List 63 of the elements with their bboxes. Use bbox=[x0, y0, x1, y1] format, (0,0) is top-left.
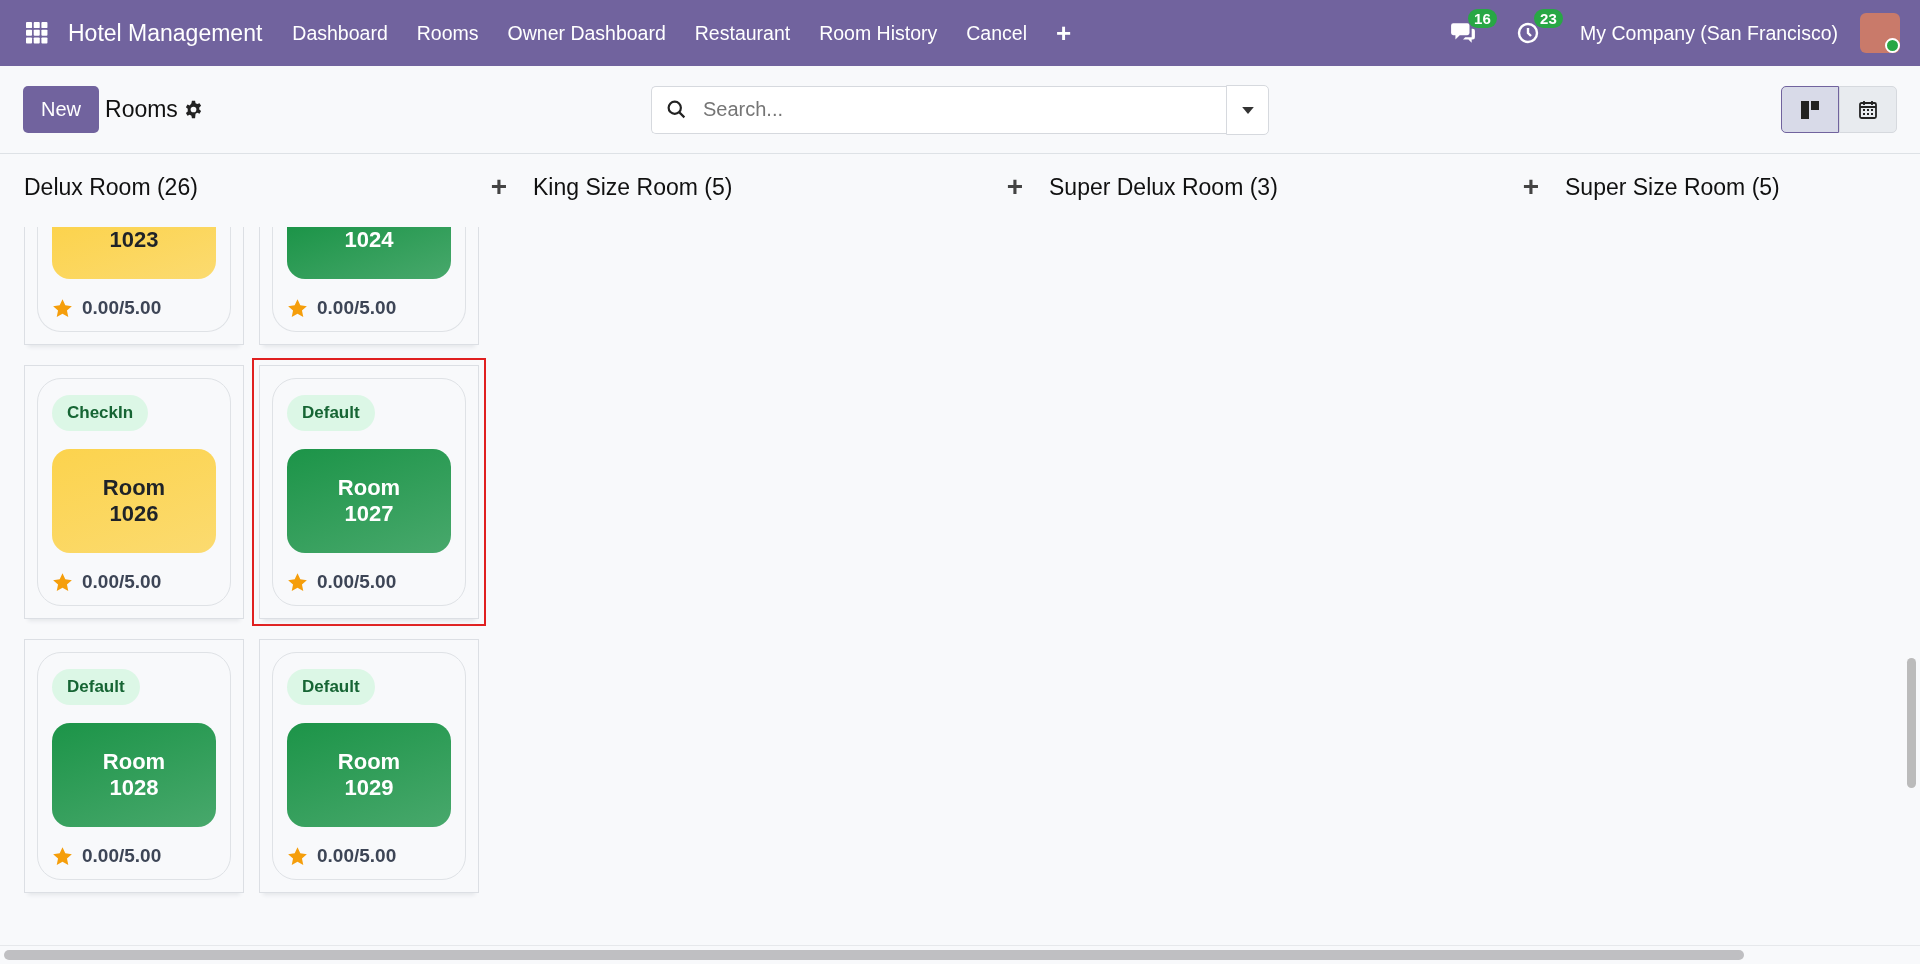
column-title: Super Size Room (5) bbox=[1565, 173, 1780, 201]
add-card-button[interactable]: + bbox=[490, 171, 507, 203]
new-button[interactable]: New bbox=[23, 86, 99, 133]
vertical-scrollbar[interactable] bbox=[1907, 658, 1916, 788]
column-title: Delux Room (26) bbox=[24, 173, 198, 201]
menu-item[interactable]: Cancel bbox=[966, 21, 1027, 45]
room-name: Room bbox=[102, 748, 166, 775]
room-card[interactable]: Default Room 1027 0.00/5.00 bbox=[252, 358, 486, 626]
rating-value: 0.00/5.00 bbox=[82, 297, 162, 319]
user-avatar[interactable] bbox=[1860, 13, 1900, 53]
room-name: 1023 bbox=[109, 227, 159, 254]
menu-item[interactable]: Room History bbox=[819, 21, 938, 45]
company-switcher[interactable]: My Company (San Francisco) bbox=[1580, 21, 1838, 45]
room-name: Room bbox=[102, 474, 166, 501]
room-name: 1028 bbox=[109, 775, 159, 802]
message-count-badge: 16 bbox=[1468, 9, 1497, 28]
rating-value: 0.00/5.00 bbox=[82, 571, 162, 593]
room-name: 1026 bbox=[109, 501, 159, 528]
add-menu-button[interactable]: + bbox=[1056, 17, 1072, 49]
column-title: King Size Room (5) bbox=[533, 173, 733, 201]
star-icon bbox=[52, 845, 73, 867]
search-input[interactable]: Search... bbox=[701, 97, 1212, 122]
star-icon bbox=[287, 571, 308, 593]
calendar-view-button[interactable] bbox=[1839, 86, 1897, 133]
column-title: Super Delux Room (3) bbox=[1049, 173, 1278, 201]
menu-item[interactable]: Rooms bbox=[416, 21, 479, 45]
kanban-icon bbox=[1800, 99, 1820, 120]
star-icon bbox=[52, 571, 73, 593]
status-tag: Default bbox=[287, 395, 375, 431]
search-bar[interactable]: Search... bbox=[651, 85, 1226, 134]
room-name: 1024 bbox=[344, 227, 394, 254]
rating-value: 0.00/5.00 bbox=[317, 571, 397, 593]
clock-icon[interactable] bbox=[1516, 21, 1541, 45]
rating-value: 0.00/5.00 bbox=[317, 297, 397, 319]
kanban-view-button[interactable] bbox=[1781, 86, 1839, 133]
status-tag: Default bbox=[287, 669, 375, 705]
app-title[interactable]: Hotel Management bbox=[68, 19, 263, 47]
add-card-button[interactable]: + bbox=[1006, 171, 1023, 203]
rating-value: 0.00/5.00 bbox=[82, 845, 162, 867]
settings-icon[interactable] bbox=[183, 100, 203, 119]
room-name: 1027 bbox=[344, 501, 394, 528]
star-icon bbox=[52, 297, 73, 319]
search-icon bbox=[666, 99, 687, 120]
activity-count-badge: 23 bbox=[1534, 9, 1563, 28]
star-icon bbox=[287, 297, 308, 319]
menu-item[interactable]: Dashboard bbox=[292, 21, 388, 45]
room-name: Room bbox=[337, 748, 401, 775]
room-name: Room bbox=[337, 474, 401, 501]
search-options-toggle[interactable] bbox=[1226, 84, 1269, 135]
breadcrumb-title: Rooms bbox=[105, 96, 178, 123]
menu-item[interactable]: Owner Dashboard bbox=[507, 21, 666, 45]
horizontal-scrollbar[interactable] bbox=[4, 950, 1744, 960]
star-icon bbox=[287, 845, 308, 867]
calendar-icon bbox=[1858, 99, 1878, 120]
add-card-button[interactable]: + bbox=[1522, 171, 1539, 203]
room-name: 1029 bbox=[344, 775, 394, 802]
status-tag: CheckIn bbox=[52, 395, 149, 431]
status-tag: Default bbox=[52, 669, 140, 705]
menu-item[interactable]: Restaurant bbox=[694, 21, 791, 45]
apps-menu-icon[interactable] bbox=[26, 22, 48, 44]
chat-icon[interactable] bbox=[1450, 21, 1477, 45]
caret-icon bbox=[1241, 107, 1254, 114]
rating-value: 0.00/5.00 bbox=[317, 845, 397, 867]
